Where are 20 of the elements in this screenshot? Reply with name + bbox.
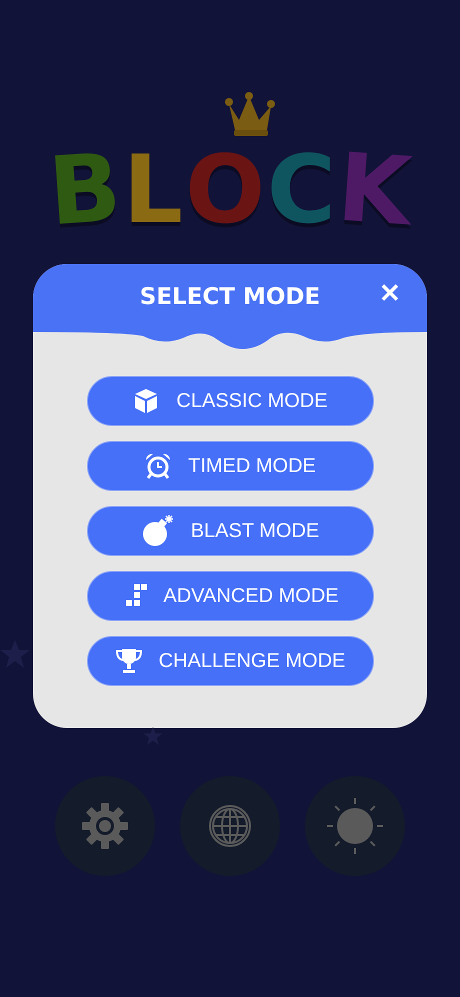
mode-button[interactable]: BLAST MODE — [86, 506, 374, 556]
bomb-icon — [140, 514, 175, 548]
sun-icon — [326, 797, 384, 855]
crown-icon — [224, 92, 275, 138]
mode-button[interactable]: TIMED MODE — [86, 441, 374, 491]
close-button[interactable]: ✕ — [379, 280, 401, 306]
globe-icon — [208, 804, 252, 848]
mode-button[interactable]: CLASSIC MODE — [86, 376, 374, 426]
logo-letter: C — [266, 144, 336, 238]
logo-letter: L — [122, 144, 183, 238]
mode-button[interactable]: ADVANCED MODE — [86, 571, 374, 621]
alarm-clock-icon — [144, 452, 172, 480]
settings-icon — [82, 803, 128, 849]
logo-letter: O — [183, 142, 266, 240]
dialog-title: SELECT MODE — [140, 284, 320, 310]
logo-letter: B — [46, 142, 124, 240]
star-icon — [143, 727, 163, 745]
mode-button[interactable]: CHALLENGE MODE — [86, 636, 374, 686]
logo-letter: K — [334, 142, 414, 240]
trophy-icon — [114, 648, 143, 674]
